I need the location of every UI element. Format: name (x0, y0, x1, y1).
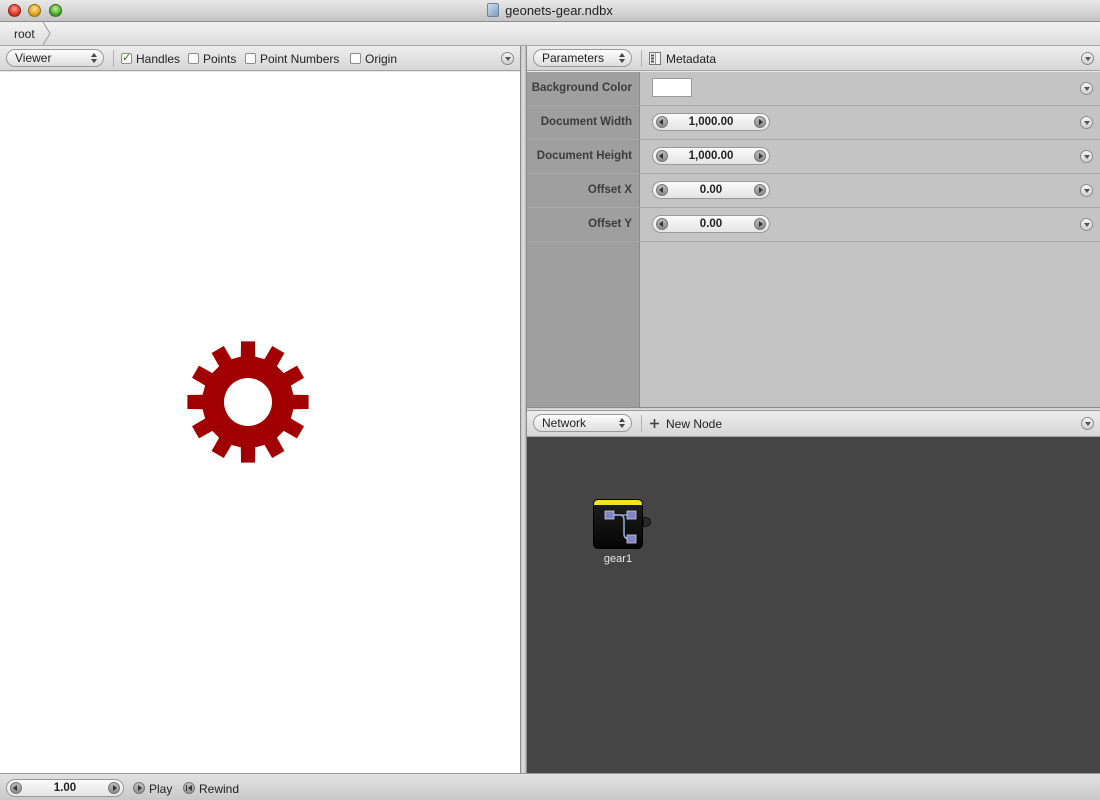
viewer-options-menu-button[interactable] (501, 52, 514, 65)
param-label: Document Height (536, 150, 632, 162)
point-numbers-label: Point Numbers (260, 52, 340, 66)
network-options-menu-button[interactable] (1081, 417, 1094, 430)
viewer-canvas[interactable] (0, 72, 520, 773)
param-menu-button[interactable] (1080, 218, 1093, 231)
increment-icon[interactable] (108, 782, 120, 794)
plus-icon[interactable] (649, 418, 660, 429)
origin-checkbox[interactable] (350, 53, 361, 64)
updown-arrows-icon (91, 53, 97, 63)
metadata-icon[interactable] (649, 52, 661, 65)
param-row-document-height: Document Height 1,000.00 (527, 140, 1100, 174)
updown-arrows-icon (619, 418, 625, 428)
rewind-button[interactable]: Rewind (199, 782, 239, 796)
new-node-button[interactable]: New Node (666, 417, 722, 431)
gear-shape (187, 341, 309, 463)
parameters-mode-select[interactable]: Parameters (533, 49, 632, 67)
param-menu-button[interactable] (1080, 82, 1093, 95)
network-mode-select[interactable]: Network (533, 414, 632, 432)
gear-path (187, 341, 309, 463)
document-width-stepper[interactable]: 1,000.00 (652, 113, 770, 131)
node-output-port[interactable] (643, 517, 651, 527)
node-gear1[interactable] (593, 499, 643, 549)
param-row-document-width: Document Width 1,000.00 (527, 106, 1100, 140)
offset-y-value[interactable]: 0.00 (653, 218, 769, 230)
document-height-value[interactable]: 1,000.00 (653, 150, 769, 162)
metadata-button[interactable]: Metadata (666, 52, 716, 66)
window-title-text: geonets-gear.ndbx (505, 3, 613, 18)
param-label: Document Width (540, 116, 632, 128)
viewer-mode-select[interactable]: Viewer (6, 49, 104, 67)
param-row-offset-y: Offset Y 0.00 (527, 208, 1100, 242)
parameters-options-menu-button[interactable] (1081, 52, 1094, 65)
param-menu-button[interactable] (1080, 150, 1093, 163)
window-title: geonets-gear.ndbx (0, 3, 1100, 18)
document-icon (487, 3, 500, 17)
param-menu-button[interactable] (1080, 116, 1093, 129)
network-mode-label: Network (542, 416, 587, 430)
origin-label: Origin (365, 52, 398, 66)
viewer-header: Viewer Handles Points Point Numbers Orig… (0, 46, 520, 71)
parameters-mode-label: Parameters (542, 51, 605, 65)
document-height-stepper[interactable]: 1,000.00 (652, 147, 770, 165)
offset-x-stepper[interactable]: 0.00 (652, 181, 770, 199)
node-accent-bar (594, 500, 642, 505)
frame-value[interactable]: 1.00 (7, 782, 123, 794)
rewind-icon[interactable] (183, 782, 195, 794)
offset-y-stepper[interactable]: 0.00 (652, 215, 770, 233)
network-canvas[interactable]: gear1 (527, 437, 1100, 773)
handles-checkbox[interactable] (121, 51, 132, 64)
increment-icon[interactable] (754, 150, 766, 162)
parameters-panel: Background Color Document Width 1,000.00… (527, 72, 1100, 407)
vertical-splitter[interactable] (520, 46, 527, 773)
increment-icon[interactable] (754, 184, 766, 196)
breadcrumb-separator-icon (42, 22, 51, 45)
background-color-swatch[interactable] (652, 78, 692, 97)
playback-bar: 1.00 Play Rewind (0, 773, 1100, 800)
breadcrumb-item-root[interactable]: root (0, 22, 47, 45)
increment-icon[interactable] (754, 116, 766, 128)
offset-x-value[interactable]: 0.00 (653, 184, 769, 196)
points-label: Points (203, 52, 237, 66)
parameters-header: Parameters Metadata (527, 46, 1100, 71)
param-label: Background Color (531, 82, 632, 94)
points-checkbox[interactable] (188, 53, 199, 64)
increment-icon[interactable] (754, 218, 766, 230)
title-bar: geonets-gear.ndbx (0, 0, 1100, 22)
node-label: gear1 (603, 553, 633, 565)
frame-stepper[interactable]: 1.00 (6, 779, 124, 797)
document-width-value[interactable]: 1,000.00 (653, 116, 769, 128)
header-divider (113, 50, 114, 67)
point-numbers-checkbox[interactable] (245, 53, 256, 64)
param-menu-button[interactable] (1080, 184, 1093, 197)
play-icon[interactable] (133, 782, 145, 794)
updown-arrows-icon (619, 53, 625, 63)
param-label: Offset Y (588, 218, 632, 230)
breadcrumb: root (0, 22, 1100, 46)
path-node-icon (604, 510, 637, 544)
param-label: Offset X (587, 184, 632, 196)
network-header: Network New Node (527, 411, 1100, 437)
viewer-mode-label: Viewer (15, 51, 52, 65)
handles-label: Handles (136, 52, 181, 66)
param-row-background-color: Background Color (527, 72, 1100, 106)
header-divider (641, 415, 642, 432)
play-button[interactable]: Play (149, 782, 172, 796)
header-divider (641, 50, 642, 67)
param-row-offset-x: Offset X 0.00 (527, 174, 1100, 208)
